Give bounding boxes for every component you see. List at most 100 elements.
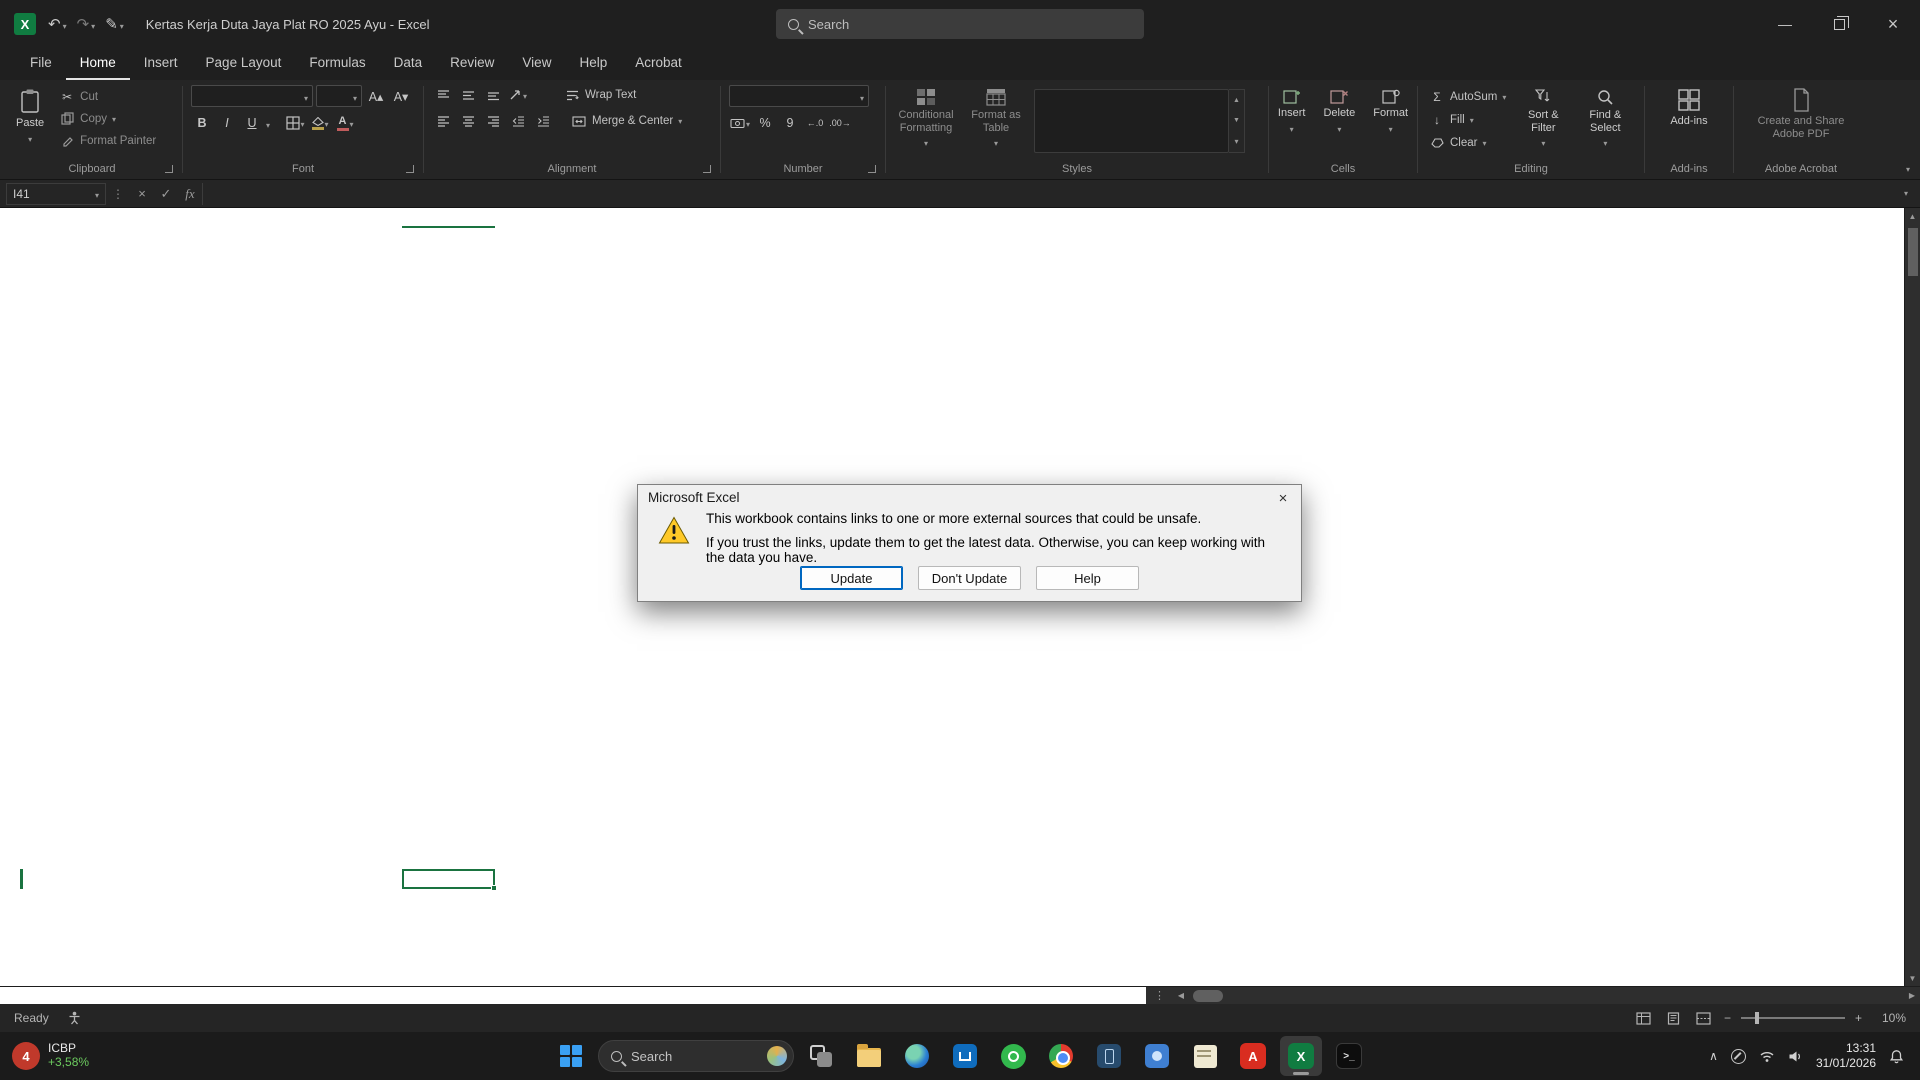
cell-styles-gallery[interactable] bbox=[1034, 89, 1229, 153]
normal-view-button[interactable] bbox=[1634, 1010, 1654, 1026]
fill-handle[interactable] bbox=[491, 885, 497, 891]
align-middle-button[interactable] bbox=[457, 85, 479, 105]
undo-button[interactable]: ↶ bbox=[48, 15, 67, 33]
wrap-text-button[interactable]: Wrap Text bbox=[561, 87, 639, 104]
formula-input[interactable] bbox=[202, 183, 1892, 205]
zoom-in-button[interactable]: + bbox=[1855, 1011, 1862, 1025]
dialog-launcher-icon[interactable] bbox=[406, 165, 414, 173]
page-layout-view-button[interactable] bbox=[1664, 1010, 1684, 1026]
scrollbar-resize-grip[interactable]: ⋮ bbox=[1146, 989, 1173, 1002]
vertical-scroll-track[interactable] bbox=[1905, 224, 1920, 970]
scroll-up-button[interactable]: ▲ bbox=[1905, 208, 1920, 224]
excel-app-icon[interactable]: X bbox=[14, 13, 36, 35]
insert-cells-button[interactable]: Insert bbox=[1272, 85, 1312, 135]
orientation-button[interactable] bbox=[507, 85, 529, 105]
update-button[interactable]: Update bbox=[800, 566, 903, 590]
name-box[interactable]: I41 bbox=[6, 183, 106, 205]
sort-filter-button[interactable]: Sort & Filter bbox=[1515, 85, 1571, 150]
tab-view[interactable]: View bbox=[508, 48, 565, 80]
do-not-disturb-icon[interactable] bbox=[1731, 1049, 1746, 1064]
fill-button[interactable]: ↓Fill bbox=[1426, 111, 1509, 128]
zoom-level[interactable]: 10% bbox=[1872, 1011, 1906, 1025]
collapse-ribbon-button[interactable] bbox=[1906, 164, 1910, 175]
zoom-out-button[interactable]: − bbox=[1724, 1011, 1731, 1025]
bold-button[interactable]: B bbox=[191, 113, 213, 133]
font-color-button[interactable]: A bbox=[334, 113, 356, 133]
close-button[interactable]: × bbox=[1866, 0, 1920, 48]
italic-button[interactable]: I bbox=[216, 113, 238, 133]
zoom-slider-thumb[interactable] bbox=[1755, 1012, 1759, 1024]
tab-acrobat[interactable]: Acrobat bbox=[621, 48, 696, 80]
file-explorer-button[interactable] bbox=[848, 1036, 890, 1076]
decrease-decimal-button[interactable]: .00→ bbox=[829, 113, 851, 133]
scroll-down-button[interactable]: ▼ bbox=[1905, 970, 1920, 986]
cancel-entry-button[interactable]: × bbox=[130, 183, 154, 205]
font-size-select[interactable] bbox=[316, 85, 362, 107]
tab-formulas[interactable]: Formulas bbox=[295, 48, 379, 80]
page-break-view-button[interactable] bbox=[1694, 1010, 1714, 1026]
percent-style-button[interactable]: % bbox=[754, 113, 776, 133]
excel-taskbar-button[interactable]: X bbox=[1280, 1036, 1322, 1076]
conditional-formatting-button[interactable]: Conditional Formatting bbox=[894, 85, 958, 150]
edge-button[interactable] bbox=[896, 1036, 938, 1076]
number-format-select[interactable] bbox=[729, 85, 869, 107]
dialog-launcher-icon[interactable] bbox=[165, 165, 173, 173]
phone-link-button[interactable] bbox=[1088, 1036, 1130, 1076]
scroll-left-button[interactable]: ◀ bbox=[1173, 991, 1189, 1000]
horizontal-scroll-track[interactable] bbox=[1189, 987, 1904, 1004]
align-center-button[interactable] bbox=[457, 111, 479, 131]
chrome-button[interactable] bbox=[1040, 1036, 1082, 1076]
copy-button[interactable]: Copy bbox=[56, 110, 159, 127]
decrease-indent-button[interactable] bbox=[507, 111, 529, 131]
enter-entry-button[interactable]: ✓ bbox=[154, 183, 178, 205]
format-painter-button[interactable]: Format Painter bbox=[56, 132, 159, 149]
accessibility-icon[interactable] bbox=[65, 1010, 85, 1026]
taskbar-widget[interactable]: 4 ICBP +3,58% bbox=[12, 1042, 89, 1070]
cut-button[interactable]: ✂Cut bbox=[56, 88, 159, 105]
borders-button[interactable] bbox=[284, 113, 306, 133]
taskbar-search-box[interactable]: Search bbox=[598, 1040, 794, 1072]
store-button[interactable] bbox=[944, 1036, 986, 1076]
autosum-button[interactable]: ΣAutoSum bbox=[1426, 88, 1509, 105]
increase-indent-button[interactable] bbox=[532, 111, 554, 131]
create-share-pdf-button[interactable]: Create and Share Adobe PDF bbox=[1749, 85, 1853, 140]
tab-page-layout[interactable]: Page Layout bbox=[192, 48, 296, 80]
format-as-table-button[interactable]: Format as Table bbox=[964, 85, 1028, 150]
sheet-tab-area[interactable] bbox=[0, 987, 1146, 1004]
tab-data[interactable]: Data bbox=[380, 48, 437, 80]
clear-button[interactable]: Clear bbox=[1426, 134, 1509, 151]
grow-font-button[interactable]: A▴ bbox=[365, 86, 387, 106]
align-top-button[interactable] bbox=[432, 85, 454, 105]
dialog-close-button[interactable]: × bbox=[1265, 485, 1301, 511]
redo-button[interactable]: ↷ bbox=[77, 15, 96, 33]
restore-button[interactable] bbox=[1812, 0, 1866, 48]
align-left-button[interactable] bbox=[432, 111, 454, 131]
notification-bell-icon[interactable] bbox=[1889, 1049, 1904, 1064]
addins-button[interactable]: Add-ins bbox=[1664, 85, 1713, 128]
fill-color-button[interactable] bbox=[309, 113, 331, 133]
comma-style-button[interactable]: 9 bbox=[779, 113, 801, 133]
accounting-format-button[interactable] bbox=[729, 113, 751, 133]
format-cells-button[interactable]: Format bbox=[1367, 85, 1414, 135]
font-name-select[interactable] bbox=[191, 85, 313, 107]
task-view-button[interactable] bbox=[800, 1036, 842, 1076]
photos-button[interactable] bbox=[1136, 1036, 1178, 1076]
minimize-button[interactable]: — bbox=[1758, 0, 1812, 48]
tab-help[interactable]: Help bbox=[565, 48, 621, 80]
network-icon[interactable] bbox=[1759, 1050, 1775, 1063]
help-button[interactable]: Help bbox=[1036, 566, 1139, 590]
vertical-scroll-thumb[interactable] bbox=[1908, 228, 1918, 276]
whatsapp-button[interactable] bbox=[992, 1036, 1034, 1076]
tab-review[interactable]: Review bbox=[436, 48, 508, 80]
paste-button[interactable]: Paste bbox=[10, 85, 50, 145]
cell-styles-gallery-scroll[interactable]: ▲ ▼ bbox=[1229, 89, 1245, 153]
insert-function-button[interactable]: fx bbox=[178, 183, 202, 205]
tab-file[interactable]: File bbox=[16, 48, 66, 80]
tab-home[interactable]: Home bbox=[66, 48, 130, 80]
scroll-right-button[interactable]: ▶ bbox=[1904, 991, 1920, 1000]
find-select-button[interactable]: Find & Select bbox=[1577, 85, 1633, 150]
titlebar-search-box[interactable]: Search bbox=[776, 9, 1144, 39]
increase-decimal-button[interactable]: ←.0 bbox=[804, 113, 826, 133]
volume-icon[interactable] bbox=[1788, 1050, 1803, 1063]
shrink-font-button[interactable]: A▾ bbox=[390, 86, 412, 106]
